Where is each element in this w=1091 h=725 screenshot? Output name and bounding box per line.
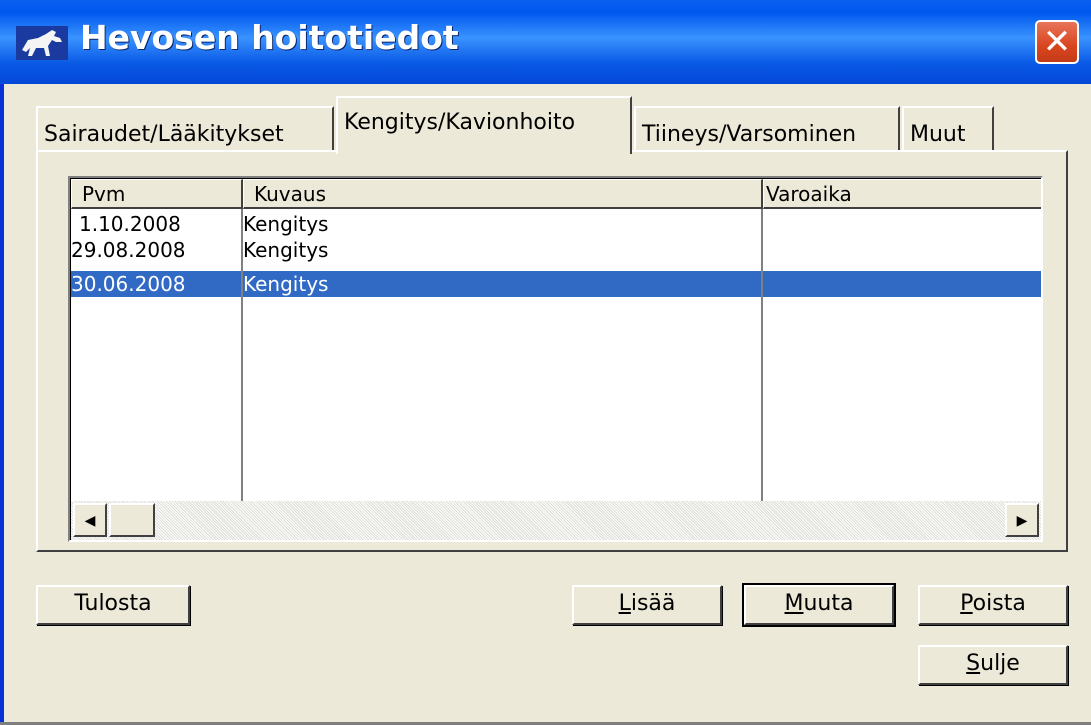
table-row-selected[interactable]: 30.06.2008 Kengitys: [71, 271, 1041, 297]
dialog-window: Hevosen hoitotiedot ✕ Sairaudet/Lääkityk…: [0, 0, 1091, 725]
tab-sairaudet[interactable]: Sairaudet/Lääkitykset: [36, 106, 334, 152]
cell-pvm: 1.10.2008: [79, 212, 181, 236]
tab-kengitys[interactable]: Kengitys/Kavionhoito: [336, 96, 632, 154]
scroll-left-icon[interactable]: ◀: [73, 503, 107, 537]
tab-tiineys[interactable]: Tiineys/Varsominen: [634, 106, 900, 152]
cell-kuvaus: Kengitys: [243, 238, 329, 262]
tab-label: Muut: [910, 122, 966, 147]
edit-button[interactable]: Muuta: [742, 583, 896, 627]
tab-label: Sairaudet/Lääkitykset: [44, 122, 284, 147]
print-button[interactable]: Tulosta: [36, 585, 190, 625]
column-header-label: Varoaika: [766, 182, 852, 206]
tab-label: Tiineys/Varsominen: [642, 122, 857, 147]
button-label: uuta: [803, 591, 854, 616]
scroll-right-icon[interactable]: ▶: [1005, 503, 1039, 537]
window-left-border: [0, 0, 4, 725]
horizontal-scrollbar[interactable]: ◀ ▶: [71, 501, 1041, 540]
close-button[interactable]: Sulje: [918, 645, 1068, 685]
column-header-kuvaus[interactable]: Kuvaus: [243, 179, 763, 209]
cell-pvm: 29.08.2008: [71, 238, 186, 262]
column-header-varoaika[interactable]: Varoaika: [763, 179, 1041, 209]
column-divider: [761, 209, 763, 501]
mnemonic-letter: P: [960, 591, 973, 616]
mnemonic-letter: M: [784, 591, 804, 616]
column-divider: [241, 209, 243, 501]
table-row[interactable]: 1.10.2008 Kengitys: [71, 211, 1041, 237]
delete-button[interactable]: Poista: [918, 585, 1068, 625]
cell-kuvaus: Kengitys: [243, 272, 329, 296]
mnemonic-letter: L: [618, 591, 631, 616]
add-button[interactable]: Lisää: [572, 585, 722, 625]
tab-label: Kengitys/Kavionhoito: [344, 110, 576, 135]
mnemonic-letter: S: [966, 651, 981, 676]
button-label: oista: [972, 591, 1026, 616]
column-header-label: Kuvaus: [254, 182, 326, 206]
close-icon[interactable]: ✕: [1035, 20, 1079, 64]
button-label: Tulosta: [74, 591, 152, 616]
cell-pvm: 30.06.2008: [71, 272, 186, 296]
column-header-label: Pvm: [82, 182, 126, 206]
tab-muut[interactable]: Muut: [902, 106, 994, 152]
table-row[interactable]: 29.08.2008 Kengitys: [71, 237, 1041, 263]
records-list[interactable]: Pvm Kuvaus Varoaika 1.10.2008 Kengitys 2…: [68, 176, 1043, 542]
cell-kuvaus: Kengitys: [243, 212, 329, 236]
title-bar[interactable]: Hevosen hoitotiedot ✕: [0, 0, 1091, 84]
window-title: Hevosen hoitotiedot: [80, 18, 459, 57]
horse-icon: [16, 26, 68, 60]
column-header-pvm[interactable]: Pvm: [71, 179, 243, 209]
scrollbar-thumb[interactable]: [109, 503, 155, 537]
button-label: isää: [630, 591, 676, 616]
button-label: ulje: [980, 651, 1020, 676]
